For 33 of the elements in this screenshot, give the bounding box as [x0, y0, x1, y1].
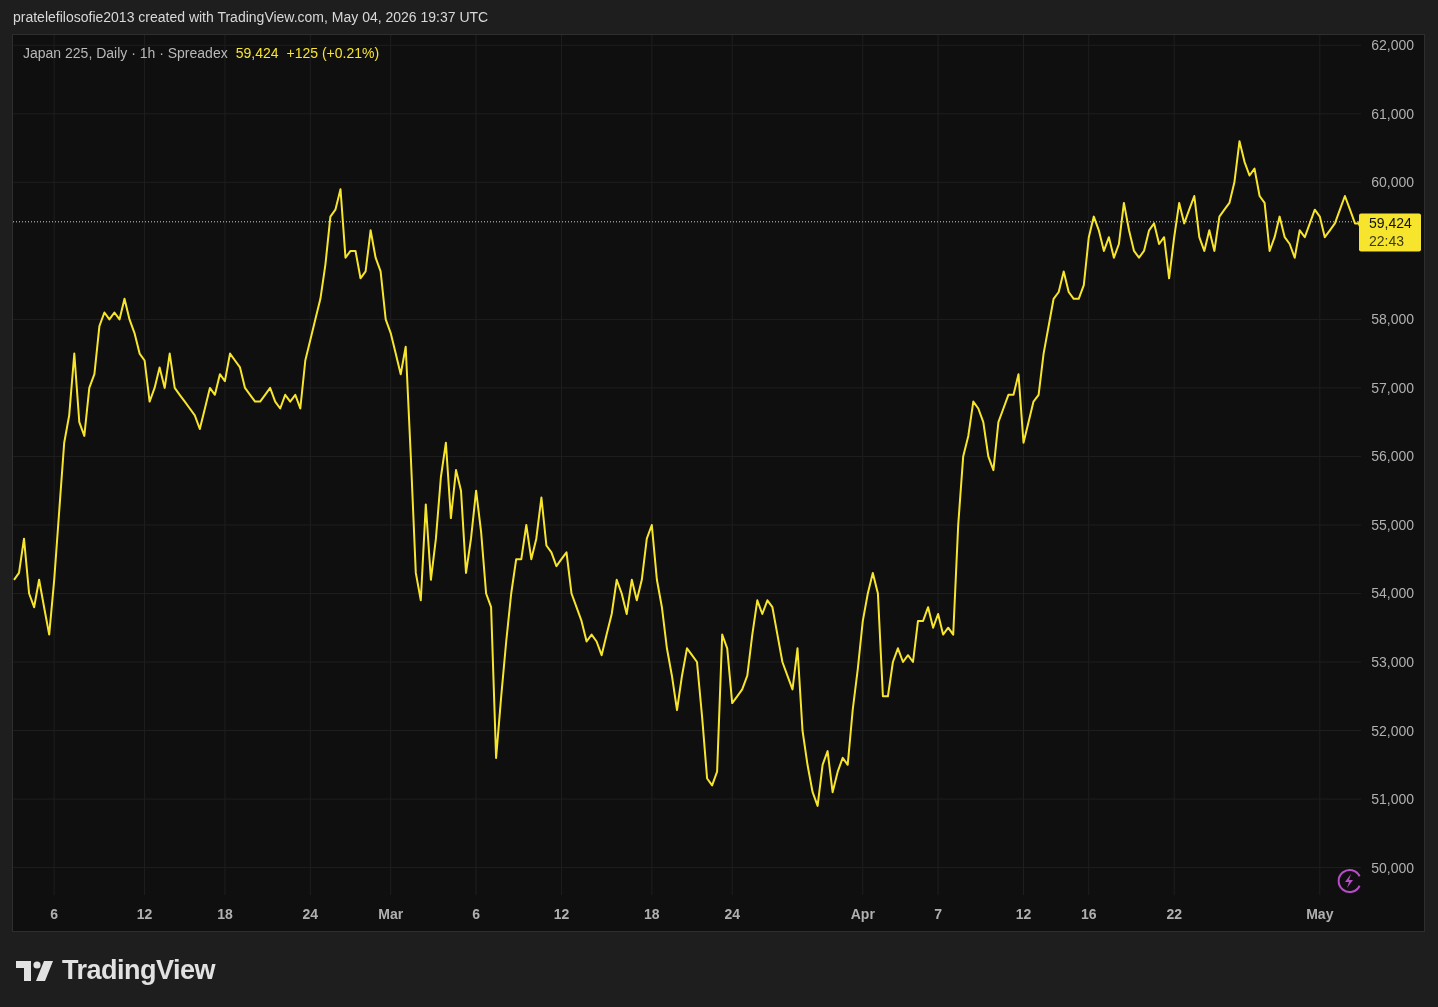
price-change: +125 (+0.21%) [286, 45, 380, 61]
attribution-text: pratelefilosofie2013 created with TradingView.com, May 04, 2026 19:37 UTC [13, 9, 489, 25]
y-axis-label: 56,000 [1371, 448, 1414, 465]
y-axis-label: 50,000 [1371, 859, 1414, 876]
x-axis-label: 16 [1081, 906, 1097, 922]
x-axis-label: 22 [1166, 906, 1182, 922]
x-axis-label: 24 [724, 906, 740, 922]
x-axis-label: 18 [644, 906, 660, 922]
y-axis-label: 54,000 [1371, 585, 1414, 602]
y-axis-label: 60,000 [1371, 174, 1414, 191]
y-axis-label: 55,000 [1371, 516, 1414, 533]
x-axis-label: 6 [50, 906, 59, 922]
x-axis-label: 18 [217, 906, 233, 922]
x-axis-label: 12 [136, 906, 153, 922]
y-axis-label: 52,000 [1371, 722, 1414, 739]
symbol-title: Japan 225, Daily · 1h · Spreadex [23, 45, 228, 61]
x-axis-label: 12 [553, 906, 570, 922]
x-axis-label: Apr [850, 906, 875, 922]
y-axis-label: 51,000 [1371, 791, 1414, 808]
y-axis-label: 57,000 [1371, 379, 1414, 396]
y-axis-label: 61,000 [1371, 105, 1414, 122]
logo-text: TradingView [62, 955, 216, 986]
y-axis-label: 53,000 [1371, 654, 1414, 670]
x-axis-label: 24 [302, 906, 319, 922]
x-axis-label: 7 [934, 906, 942, 922]
x-axis-label: May [1306, 906, 1334, 922]
y-axis-label: 58,000 [1371, 311, 1414, 328]
x-axis-label: 12 [1015, 906, 1032, 922]
price-badge: 59,424 22:43 [1359, 213, 1421, 252]
y-axis-label: 62,000 [1371, 37, 1414, 54]
x-axis-label: Mar [378, 906, 404, 922]
x-axis-label: 6 [472, 906, 480, 922]
last-price: 59,424 [235, 45, 279, 61]
